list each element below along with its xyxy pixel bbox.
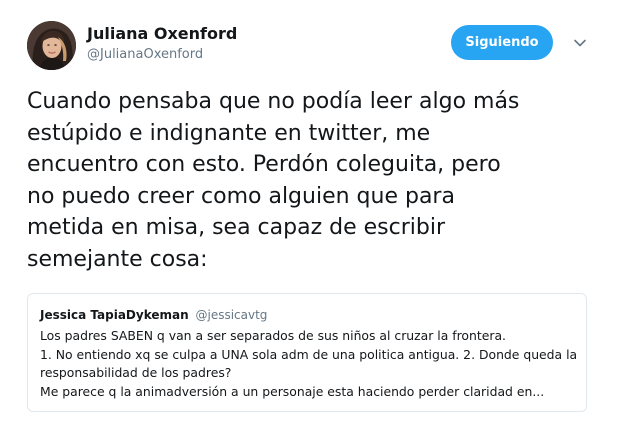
following-button[interactable]: Siguiendo	[451, 25, 553, 60]
tweet-text-line: metida en misa, sea capaz de escribir	[27, 215, 445, 240]
quoted-tweet-text: Los padres SABEN q van a ser separados d…	[40, 327, 580, 401]
quoted-text-line: responsabilidad de los padres?	[40, 365, 232, 380]
tweet-text-line: estúpido e indignante en twitter, me	[27, 120, 431, 146]
quoted-text-line: Me parece q la animadversión a un person…	[40, 383, 545, 399]
tweet-card: Juliana Oxenford @JulianaOxenford Siguie…	[0, 0, 621, 426]
quoted-tweet-header: Jessica TapiaDykeman @jessicavtg	[40, 308, 267, 322]
chevron-down-icon[interactable]	[572, 35, 588, 51]
tweet-text-line: semejante cosa:	[27, 246, 208, 272]
quoted-text-line: Los padres SABEN q van a ser separados d…	[40, 328, 506, 343]
author-handle[interactable]: @JulianaOxenford	[87, 47, 203, 62]
profile-photo-icon	[27, 21, 76, 70]
quoted-tweet-card[interactable]: Jessica TapiaDykeman @jessicavtg Los pad…	[27, 293, 587, 412]
author-display-name[interactable]: Juliana Oxenford	[87, 24, 237, 43]
quoted-author-handle: @jessicavtg	[195, 308, 268, 322]
tweet-text: Cuando pensaba que no podía leer algo má…	[27, 86, 607, 275]
author-avatar[interactable]	[27, 21, 76, 70]
tweet-text-line: Cuando pensaba que no podía leer algo má…	[27, 89, 520, 114]
quoted-text-line: 1. No entiendo xq se culpa a UNA sola ad…	[40, 346, 578, 362]
tweet-text-line: encuentro con esto. Perdón coleguita, pe…	[27, 152, 501, 177]
tweet-text-line: no puedo creer como alguien que para	[27, 183, 455, 209]
quoted-author-name: Jessica TapiaDykeman	[40, 308, 189, 322]
